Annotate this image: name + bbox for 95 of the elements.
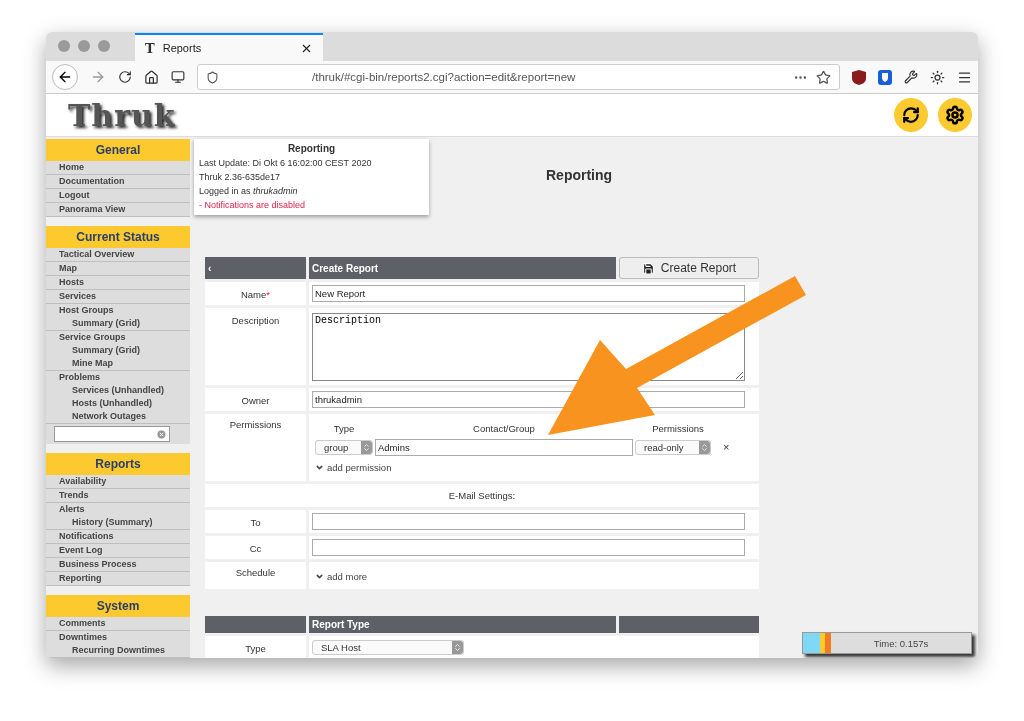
info-title: Reporting — [286, 143, 337, 154]
add-permission-link[interactable]: add permission — [312, 455, 745, 477]
chevron-icon — [315, 572, 324, 581]
address-bar[interactable]: /thruk/#cgi-bin/reports2.cgi?action=edit&report=new — [197, 64, 840, 90]
save-icon — [641, 261, 655, 275]
sidebar-item[interactable]: History (Summary) — [46, 516, 190, 529]
shield-icon — [206, 70, 219, 84]
create-report-button[interactable]: Create Report — [619, 257, 759, 279]
sidebar-item[interactable]: Summary (Grid) — [46, 344, 190, 357]
field-label: Name — [240, 289, 267, 300]
field-label: Schedule — [205, 562, 306, 589]
logo: Thruk — [68, 97, 176, 133]
browser-tab[interactable]: T Reports — [135, 33, 323, 61]
up-down-icon — [453, 642, 462, 652]
reload-icon[interactable] — [118, 70, 132, 84]
search-field[interactable] — [54, 426, 170, 442]
field-label: Type — [205, 636, 306, 658]
type-select[interactable]: group — [315, 439, 373, 455]
back-button[interactable]: ‹ — [205, 257, 306, 279]
info-text: Last Update: Di Okt 6 16:02:00 CEST 2020 — [199, 158, 373, 168]
bookmark-icon[interactable] — [816, 69, 831, 85]
sidebar-item[interactable]: Summary (Grid) — [46, 317, 190, 330]
sidebar-item[interactable]: Event Log — [46, 544, 190, 557]
forward-icon[interactable] — [90, 69, 106, 85]
page-title: Reporting — [546, 167, 613, 183]
text-field[interactable] — [312, 513, 745, 530]
sidebar-item[interactable]: Notifications — [46, 530, 190, 543]
text-field[interactable] — [312, 539, 745, 556]
add-more-link[interactable]: add more — [312, 565, 745, 586]
info-text: Thruk 2.36-635de17 — [199, 172, 282, 182]
url-text: /thruk/#cgi-bin/reports2.cgi?action=edit&report=new — [311, 71, 577, 83]
column-header: Type — [332, 422, 356, 436]
sidebar-item[interactable]: Mine Map — [46, 357, 190, 370]
section-header: Reports — [46, 453, 190, 475]
timer-chart-icon — [803, 633, 831, 653]
form-title: Create Report — [309, 257, 616, 279]
clear-icon[interactable] — [156, 428, 167, 440]
sidebar-item[interactable]: Availability — [46, 475, 190, 488]
sidebar-item[interactable]: Home — [46, 161, 190, 174]
sidebar-item[interactable]: Downtimes — [46, 631, 190, 644]
up-down-icon — [700, 442, 709, 452]
sidebar-item[interactable]: Comments — [46, 617, 190, 630]
contact-field[interactable]: Admins — [375, 438, 633, 456]
section-header: System — [46, 595, 190, 617]
settings-button[interactable] — [938, 98, 972, 132]
table-header: Report Type — [309, 616, 616, 633]
home-icon[interactable] — [144, 69, 159, 85]
section-header: General — [46, 139, 190, 161]
sun-icon[interactable] — [930, 69, 945, 85]
text-field[interactable]: New Report — [312, 285, 745, 302]
field-label: Description — [205, 308, 306, 385]
sidebar-item[interactable]: Logout — [46, 189, 190, 202]
sidebar-item[interactable]: Alerts — [46, 503, 190, 516]
settings-icon — [945, 105, 965, 125]
sidebar-item[interactable]: Hosts — [46, 276, 190, 289]
tab-icon: T — [145, 40, 155, 56]
sidebar-item[interactable]: Map — [46, 262, 190, 275]
warning-text: - Notifications are disabled — [199, 200, 307, 210]
field-label: Permissions — [205, 414, 306, 481]
sidebar-item[interactable]: Documentation — [46, 175, 190, 188]
section-title: E-Mail Settings: — [205, 484, 759, 507]
permission-select[interactable]: read-only — [635, 439, 711, 455]
sidebar-item[interactable]: Tactical Overview — [46, 248, 190, 261]
sidebar-item[interactable]: Problems — [46, 371, 190, 384]
shield-extension-icon[interactable] — [878, 69, 892, 85]
required-mark: * — [266, 289, 270, 300]
type-select[interactable]: SLA Host — [312, 639, 464, 655]
up-down-icon — [362, 442, 371, 452]
section-header: Current Status — [46, 226, 190, 248]
field-label: Cc — [249, 543, 262, 554]
sidebar-item[interactable]: Host Groups — [46, 304, 190, 317]
refresh-button[interactable] — [894, 98, 928, 132]
sidebar-item[interactable]: Network Outages — [46, 410, 190, 423]
field-label: Owner — [241, 395, 270, 406]
sidebar-item[interactable]: Services — [46, 290, 190, 303]
monitor-icon[interactable] — [171, 70, 185, 84]
column-header: Contact/Group — [472, 422, 536, 436]
sidebar-item[interactable]: Recurring Downtimes — [46, 644, 190, 657]
sidebar-item[interactable]: Hosts (Unhandled) — [46, 397, 190, 410]
timer-text: Time: 0.157s — [872, 637, 930, 649]
info-text: Logged in as thrukadmin — [199, 186, 299, 196]
refresh-icon — [902, 106, 920, 124]
sidebar-item[interactable]: Business Process — [46, 558, 190, 571]
column-header: Permissions — [651, 422, 705, 436]
sidebar-item[interactable]: Panorama View — [46, 203, 190, 216]
menu-icon[interactable] — [957, 69, 972, 85]
remove-button[interactable]: × — [723, 441, 735, 453]
wrench-icon[interactable] — [904, 70, 918, 84]
sidebar-item[interactable]: Service Groups — [46, 331, 190, 344]
sidebar-item[interactable]: Reporting — [46, 572, 190, 585]
field-label: To — [250, 517, 261, 528]
shield-extension-icon[interactable] — [852, 69, 866, 85]
sidebar-item[interactable]: Trends — [46, 489, 190, 502]
sidebar-item[interactable]: Services (Unhandled) — [46, 384, 190, 397]
back-button[interactable] — [52, 64, 78, 90]
